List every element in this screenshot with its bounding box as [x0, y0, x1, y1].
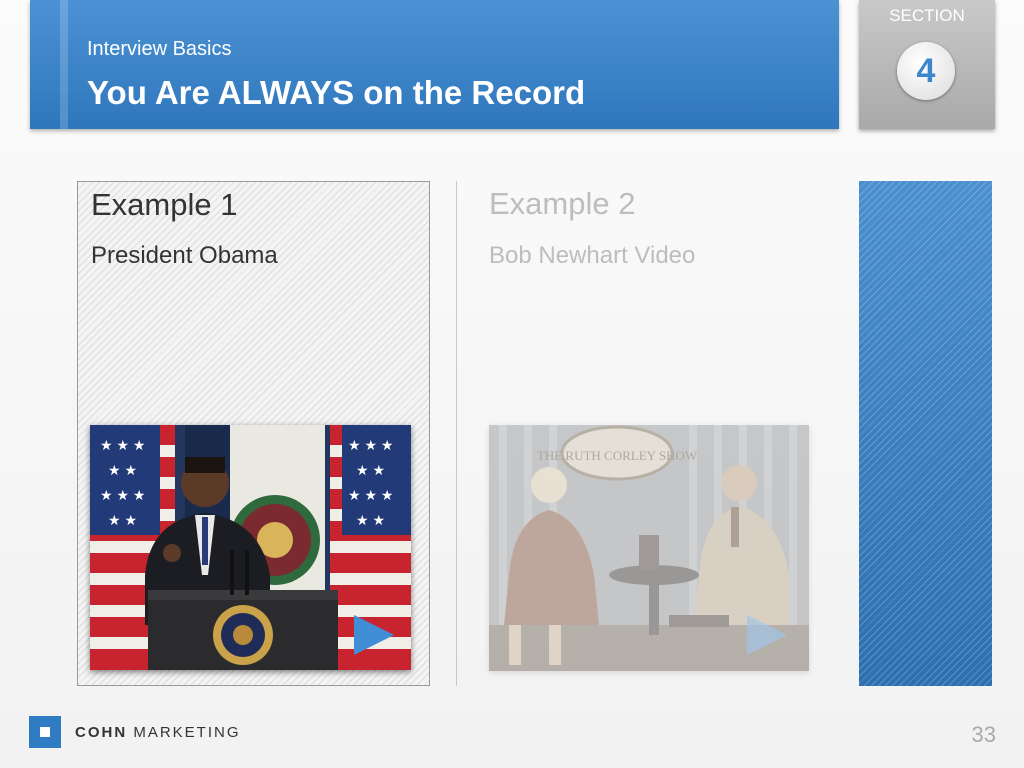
decorative-blue-bar: [859, 181, 992, 686]
section-number: 4: [897, 42, 955, 100]
brand-logo-icon: [29, 716, 61, 748]
svg-text:THE RUTH CORLEY SHOW: THE RUTH CORLEY SHOW: [537, 448, 698, 463]
example-1-subtitle: President Obama: [91, 242, 278, 269]
section-label: SECTION: [889, 6, 965, 25]
header-accent-stripe: [60, 0, 68, 129]
play-icon[interactable]: [354, 615, 394, 655]
example-1-video-thumbnail[interactable]: ★ ★ ★ ★ ★ ★ ★ ★ ★ ★ ★ ★ ★ ★ ★ ★ ★ ★ ★ ★: [90, 425, 411, 670]
brand-name: COHN MARKETING: [75, 724, 241, 741]
svg-text:★ ★ ★: ★ ★ ★: [348, 437, 393, 453]
svg-text:★ ★ ★: ★ ★ ★: [348, 487, 393, 503]
example-2-subtitle: Bob Newhart Video: [489, 242, 696, 269]
slide-header: Interview Basics You Are ALWAYS on the R…: [30, 0, 839, 129]
example-1-title: Example 1: [91, 187, 238, 222]
page-number: 33: [971, 722, 996, 747]
example-2-title: Example 2: [489, 186, 636, 221]
slide-title: You Are ALWAYS on the Record: [87, 74, 586, 111]
slide-subtitle: Interview Basics: [87, 38, 232, 60]
svg-text:★ ★: ★ ★: [108, 462, 137, 478]
brand-name-rest: MARKETING: [133, 724, 241, 741]
section-badge: SECTION 4: [859, 0, 995, 129]
svg-text:★ ★: ★ ★: [356, 512, 385, 528]
column-divider: [456, 181, 457, 686]
brand-name-bold: COHN: [75, 724, 128, 741]
play-icon[interactable]: [747, 615, 787, 655]
svg-text:★ ★: ★ ★: [356, 462, 385, 478]
svg-text:★ ★ ★: ★ ★ ★: [100, 437, 145, 453]
svg-text:★ ★ ★: ★ ★ ★: [100, 487, 145, 503]
svg-text:★ ★: ★ ★: [108, 512, 137, 528]
example-2-video-thumbnail[interactable]: THE RUTH CORLEY SHOW: [489, 425, 809, 671]
